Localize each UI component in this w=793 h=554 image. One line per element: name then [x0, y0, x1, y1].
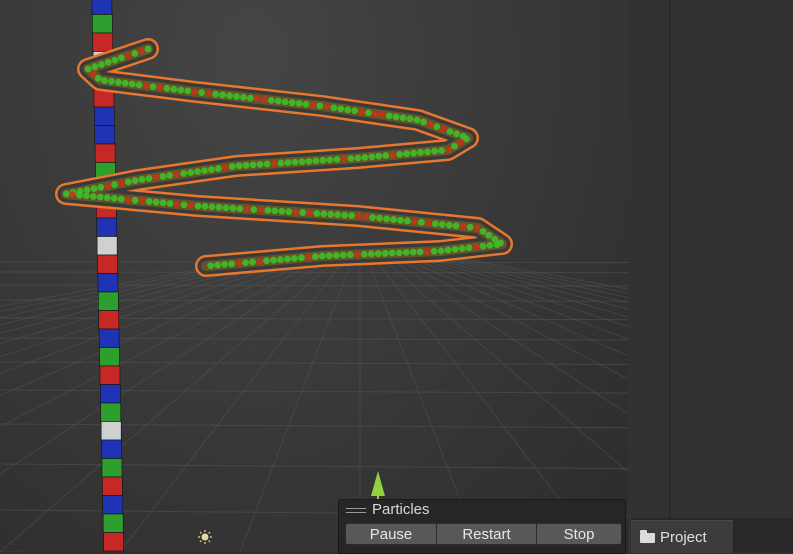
particle-trail[interactable] — [55, 38, 513, 277]
particles-panel-title: Particles — [372, 501, 430, 518]
restart-button[interactable]: Restart — [437, 523, 537, 545]
pause-button[interactable]: Pause — [345, 523, 437, 545]
particles-panel: Particles Pause Restart Stop — [338, 499, 626, 554]
tab-project-label: Project — [660, 528, 707, 546]
right-panel — [628, 0, 793, 552]
drag-handle-icon[interactable] — [346, 507, 366, 513]
y-axis-gizmo-arrow-icon[interactable] — [371, 471, 385, 500]
tab-project[interactable]: Project — [631, 520, 733, 553]
scene-canvas[interactable] — [0, 0, 628, 552]
scene-view[interactable] — [0, 0, 628, 552]
stop-button[interactable]: Stop — [537, 523, 622, 545]
particles-controls: Pause Restart Stop — [345, 523, 622, 545]
directional-light-icon[interactable] — [198, 530, 212, 544]
right-panel-divider[interactable] — [669, 0, 671, 518]
folder-icon — [640, 529, 655, 543]
